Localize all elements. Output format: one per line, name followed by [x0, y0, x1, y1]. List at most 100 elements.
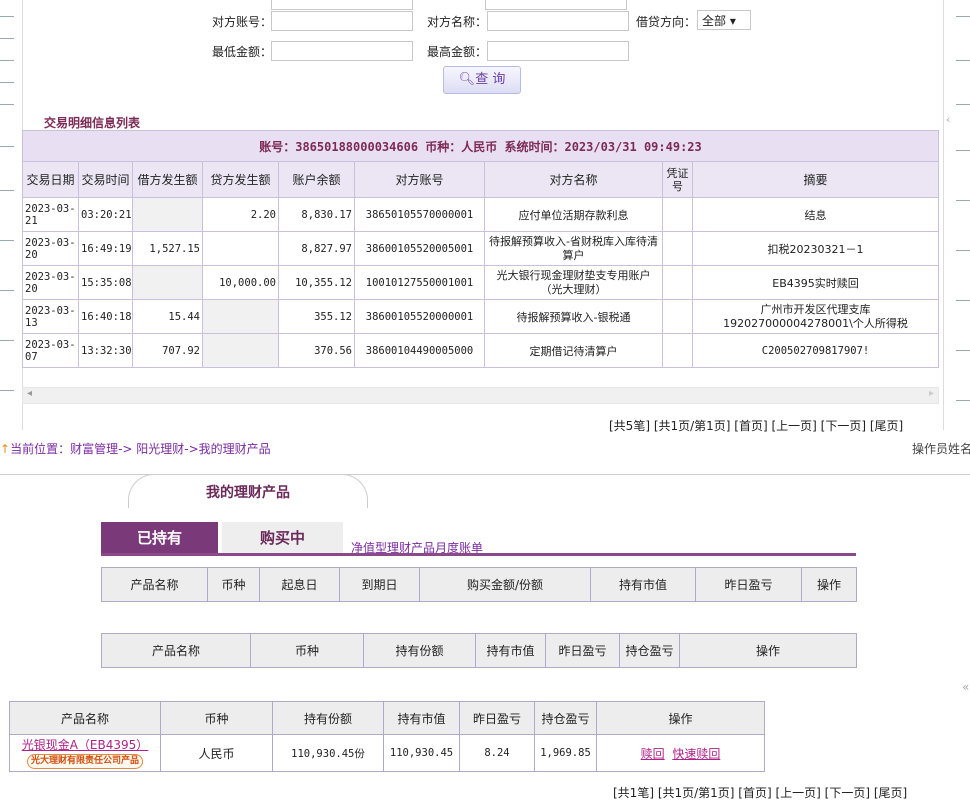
- account-info-bar: 账号：38650188000034606 币种：人民币 系统时间：2023/03…: [22, 130, 939, 162]
- cell-balance: 370.56: [278, 333, 355, 368]
- breadcrumb-path[interactable]: 财富管理-> 阳光理财->我的理财产品: [70, 442, 271, 456]
- table-row: 2023-03-20 15:35:08 10,000.00 10,355.12 …: [22, 265, 939, 300]
- table-row: 2023-03-21 03:20:21 2.20 8,830.17 386501…: [22, 197, 939, 232]
- divider: [0, 340, 14, 341]
- col-header: 币种: [250, 633, 364, 668]
- divider: [956, 150, 970, 151]
- col-header: 借方发生额: [132, 161, 203, 198]
- location-pin-icon: ↑: [0, 442, 11, 456]
- col-header: 交易时间: [78, 161, 133, 198]
- col-header: 购买金额/份额: [419, 567, 591, 602]
- cell-balance: 10,355.12: [278, 265, 355, 300]
- divider: [0, 290, 14, 291]
- col-header: 到期日: [339, 567, 420, 602]
- scroll-left-icon[interactable]: ◂: [27, 388, 32, 399]
- redeem-button[interactable]: 赎回: [641, 747, 665, 761]
- col-header: 操作: [679, 633, 857, 668]
- max-amount-input[interactable]: [487, 41, 629, 61]
- cell-opp-name: 待报解预算收入-省财税库入库待清算户: [484, 231, 663, 266]
- cell-date: 2023-03-20: [22, 265, 79, 300]
- cell-credit: [202, 231, 279, 266]
- cell-time: 16:40:18: [78, 299, 133, 334]
- col-header: 昨日盈亏: [459, 701, 535, 735]
- opp-account-input[interactable]: [271, 11, 413, 31]
- query-button[interactable]: 🔍︎查 询: [443, 66, 521, 94]
- divider: [0, 60, 14, 61]
- dc-direction-select[interactable]: 全部 ▾: [697, 10, 751, 30]
- cell-currency: 人民币: [160, 734, 273, 772]
- cell-opp-account: 38600105520000001: [354, 299, 485, 334]
- tab-held[interactable]: 已持有: [101, 522, 218, 554]
- cell-balance: 8,830.17: [278, 197, 355, 232]
- divider: [0, 104, 14, 105]
- scroll-right-icon[interactable]: ▸: [929, 388, 934, 399]
- divider: [956, 104, 970, 105]
- col-header: 贷方发生额: [202, 161, 279, 198]
- col-header: 持有份额: [272, 701, 384, 735]
- col-header: 昨日盈亏: [695, 567, 802, 602]
- col-header: 持有份额: [363, 633, 476, 668]
- top-input[interactable]: [485, 0, 627, 10]
- fast-redeem-button[interactable]: 快速赎回: [672, 747, 720, 761]
- divider: [956, 250, 970, 251]
- cell-time: 16:49:19: [78, 231, 133, 266]
- cell-opp-account: 10010127550001001: [354, 265, 485, 300]
- cell-time: 13:32:30: [78, 333, 133, 368]
- cell-memo: C200502709817907!: [692, 333, 939, 368]
- divider: [0, 190, 14, 191]
- divider: [0, 16, 14, 17]
- cell-balance: 355.12: [278, 299, 355, 334]
- divider: [0, 240, 14, 241]
- col-header: 币种: [207, 567, 260, 602]
- divider: [956, 200, 970, 201]
- chevron-down-icon: ▾: [729, 14, 736, 28]
- cell-opp-name: 待报解预算收入-银税通: [484, 299, 663, 334]
- top-input[interactable]: [271, 0, 413, 10]
- divider: [956, 16, 970, 17]
- right-border: [943, 0, 944, 430]
- products-table-2: 产品名称 币种 持有份额 持有市值 昨日盈亏 持仓盈亏 操作: [101, 633, 857, 668]
- opp-account-label: 对方账号：: [212, 15, 273, 29]
- detail-list-title: 交易明细信息列表: [44, 116, 141, 130]
- cell-credit: 2.20: [202, 197, 279, 232]
- col-header: 操作: [596, 701, 765, 735]
- cell-voucher: [662, 265, 693, 300]
- cell-memo: 结息: [692, 197, 939, 232]
- divider: [956, 400, 970, 401]
- col-header: 昨日盈亏: [545, 633, 620, 668]
- breadcrumb-prefix: 当前位置：: [10, 442, 71, 456]
- transaction-table: 账号：38650188000034606 币种：人民币 系统时间：2023/03…: [22, 130, 939, 368]
- cell-position-pl: 1,969.85: [534, 734, 597, 772]
- opp-name-label: 对方名称：: [427, 15, 488, 29]
- cell-date: 2023-03-07: [22, 333, 79, 368]
- cell-credit: 10,000.00: [202, 265, 279, 300]
- cell-credit: [202, 333, 279, 368]
- tab-my-products[interactable]: 我的理财产品: [128, 474, 368, 508]
- cell-memo: 扣税20230321－1: [692, 231, 939, 266]
- col-header: 账户余额: [278, 161, 355, 198]
- col-header: 摘要: [692, 161, 939, 198]
- detail-pager[interactable]: [共5笔] [共1页/第1页] [首页] [上一页] [下一页] [尾页]: [609, 417, 903, 434]
- min-amount-input[interactable]: [271, 41, 413, 61]
- collapse-arrow-icon[interactable]: «: [962, 680, 969, 694]
- col-header: 币种: [160, 701, 273, 735]
- product-name-link[interactable]: 光银现金A（EB4395）: [22, 738, 149, 752]
- table-row: 2023-03-13 16:40:18 15.44 355.12 3860010…: [22, 299, 939, 334]
- col-header: 持仓盈亏: [619, 633, 680, 668]
- cell-yesterday-pl: 8.24: [459, 734, 535, 772]
- cell-opp-name: 光大银行现金理财垫支专用账户（光大理财）: [484, 265, 663, 300]
- tab-buying[interactable]: 购买中: [222, 522, 343, 554]
- cell-time: 03:20:21: [78, 197, 133, 232]
- horizontal-scrollbar[interactable]: ◂ ▸: [22, 387, 939, 404]
- cell-voucher: [662, 299, 693, 334]
- col-header: 持有市值: [383, 701, 460, 735]
- operator-name: 操作员姓名: [912, 442, 970, 456]
- collapse-arrow-icon[interactable]: ‹: [946, 113, 950, 126]
- cell-date: 2023-03-20: [22, 231, 79, 266]
- opp-name-input[interactable]: [487, 11, 629, 31]
- search-icon: 🔍︎: [458, 72, 476, 87]
- col-header: 产品名称: [101, 633, 251, 668]
- cell-market-value: 110,930.45: [383, 734, 460, 772]
- cell-balance: 8,827.97: [278, 231, 355, 266]
- divider: [0, 82, 14, 83]
